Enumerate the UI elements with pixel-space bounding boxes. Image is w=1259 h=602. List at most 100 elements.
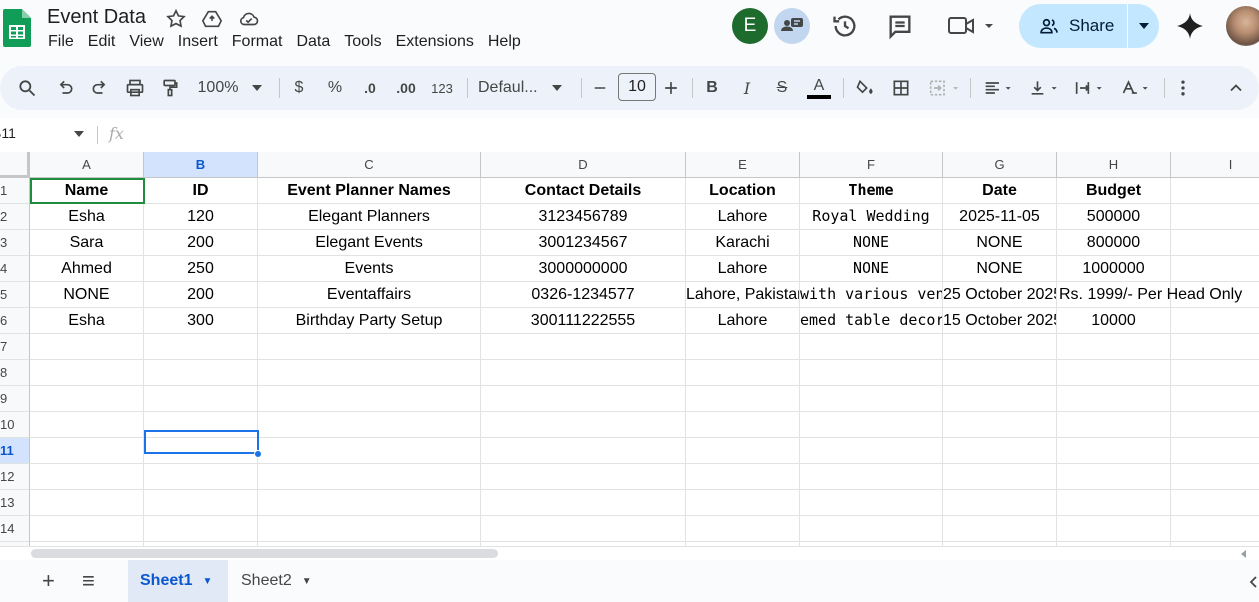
cell-g4[interactable]: NONE <box>943 256 1057 282</box>
cell-g5[interactable]: 25 October 2025 <box>943 282 1057 308</box>
cell-g1[interactable]: Date <box>943 178 1057 204</box>
cell-e9[interactable] <box>686 386 800 412</box>
cell-c7[interactable] <box>258 334 481 360</box>
scroll-left-icon[interactable] <box>1240 550 1248 558</box>
cell-a2[interactable]: Esha <box>30 204 144 230</box>
cell-d6[interactable]: 300111222555 <box>481 308 686 334</box>
cell-b7[interactable] <box>144 334 258 360</box>
cell-f10[interactable] <box>800 412 943 438</box>
bold-button[interactable]: B <box>702 66 722 110</box>
cell-d10[interactable] <box>481 412 686 438</box>
cloud-saved-icon[interactable] <box>238 8 260 30</box>
all-sheets-button[interactable]: ≡ <box>70 560 107 602</box>
cell-i4[interactable] <box>1171 256 1259 282</box>
cell-c4[interactable]: Events <box>258 256 481 282</box>
print-button[interactable] <box>123 66 147 110</box>
cell-c10[interactable] <box>258 412 481 438</box>
cell-a11[interactable] <box>30 438 144 464</box>
cell-d3[interactable]: 3001234567 <box>481 230 686 256</box>
active-cell-outline[interactable] <box>144 430 259 454</box>
strikethrough-button[interactable]: S <box>772 66 792 110</box>
cell-c9[interactable] <box>258 386 481 412</box>
undo-button[interactable] <box>53 66 77 110</box>
cell-e2[interactable]: Lahore <box>686 204 800 230</box>
move-to-drive-icon[interactable] <box>201 8 223 30</box>
cell-e1[interactable]: Location <box>686 178 800 204</box>
cell-i9[interactable] <box>1171 386 1259 412</box>
cell-c1[interactable]: Event Planner Names <box>258 178 481 204</box>
gemini-sparkle-icon[interactable] <box>1176 12 1204 40</box>
collapse-menus-button[interactable] <box>1225 66 1247 110</box>
cell-h4[interactable]: 1000000 <box>1057 256 1171 282</box>
row-header-1[interactable]: 1 <box>0 178 30 204</box>
meet-chat-button[interactable] <box>774 8 810 44</box>
cell-i3[interactable] <box>1171 230 1259 256</box>
cell-f1[interactable]: Theme <box>800 178 943 204</box>
merge-cells-button[interactable] <box>924 66 964 110</box>
cell-h8[interactable] <box>1057 360 1171 386</box>
cell-c8[interactable] <box>258 360 481 386</box>
cell-b1[interactable]: ID <box>144 178 258 204</box>
column-header-b[interactable]: B <box>144 152 258 178</box>
cell-e13[interactable] <box>686 490 800 516</box>
cell-c13[interactable] <box>258 490 481 516</box>
row-header-9[interactable]: 9 <box>0 386 30 412</box>
cell-h14[interactable] <box>1057 516 1171 542</box>
cell-a5[interactable]: NONE <box>30 282 144 308</box>
cell-a10[interactable] <box>30 412 144 438</box>
redo-button[interactable] <box>88 66 112 110</box>
row-header-4[interactable]: 4 <box>0 256 30 282</box>
row-header-2[interactable]: 2 <box>0 204 30 230</box>
cell-i12[interactable] <box>1171 464 1259 490</box>
cell-c3[interactable]: Elegant Events <box>258 230 481 256</box>
column-header-i[interactable]: I <box>1171 152 1259 178</box>
cell-i7[interactable] <box>1171 334 1259 360</box>
zoom-select[interactable]: 100% <box>194 66 266 110</box>
cell-e10[interactable] <box>686 412 800 438</box>
menu-format[interactable]: Format <box>232 33 290 51</box>
account-avatar[interactable] <box>1226 6 1259 46</box>
cell-h12[interactable] <box>1057 464 1171 490</box>
cell-d2[interactable]: 3123456789 <box>481 204 686 230</box>
horizontal-scrollbar[interactable] <box>0 546 1259 560</box>
spreadsheet-grid[interactable]: A B C D E F G H I 1 Name ID Event Planner Names Conta… <box>0 152 1259 546</box>
row-header-7[interactable]: 7 <box>0 334 30 360</box>
cell-c14[interactable] <box>258 516 481 542</box>
cell-g12[interactable] <box>943 464 1057 490</box>
cell-i6[interactable] <box>1171 308 1259 334</box>
share-button[interactable]: Share <box>1019 4 1159 48</box>
cell-d11[interactable] <box>481 438 686 464</box>
cell-g9[interactable] <box>943 386 1057 412</box>
cell-i14[interactable] <box>1171 516 1259 542</box>
add-sheet-button[interactable]: + <box>30 560 67 602</box>
cell-a12[interactable] <box>30 464 144 490</box>
more-formats-button[interactable]: 123 <box>428 66 456 110</box>
cell-e3[interactable]: Karachi <box>686 230 800 256</box>
sheet-tab-sheet2[interactable]: Sheet2 ▼ <box>229 560 324 602</box>
cell-e11[interactable] <box>686 438 800 464</box>
sheets-logo-icon[interactable] <box>3 9 31 47</box>
more-options-button[interactable] <box>1173 66 1193 110</box>
format-currency-button[interactable]: $ <box>289 66 309 110</box>
document-title[interactable]: Event Data <box>47 6 146 29</box>
cell-d9[interactable] <box>481 386 686 412</box>
cell-h10[interactable] <box>1057 412 1171 438</box>
cell-f13[interactable] <box>800 490 943 516</box>
cell-f14[interactable] <box>800 516 943 542</box>
cell-a14[interactable] <box>30 516 144 542</box>
cell-c2[interactable]: Elegant Planners <box>258 204 481 230</box>
cell-h6[interactable]: 10000 <box>1057 308 1171 334</box>
cell-f6[interactable]: emed table decor <box>800 308 943 334</box>
row-header-8[interactable]: 8 <box>0 360 30 386</box>
row-header-11[interactable]: 11 <box>0 438 30 464</box>
text-color-button[interactable]: A <box>806 66 832 110</box>
cell-e7[interactable] <box>686 334 800 360</box>
cell-g14[interactable] <box>943 516 1057 542</box>
search-menus-button[interactable] <box>14 66 40 110</box>
row-header-10[interactable]: 10 <box>0 412 30 438</box>
cell-f11[interactable] <box>800 438 943 464</box>
row-header-13[interactable]: 13 <box>0 490 30 516</box>
cell-b6[interactable]: 300 <box>144 308 258 334</box>
cell-f8[interactable] <box>800 360 943 386</box>
cell-b13[interactable] <box>144 490 258 516</box>
